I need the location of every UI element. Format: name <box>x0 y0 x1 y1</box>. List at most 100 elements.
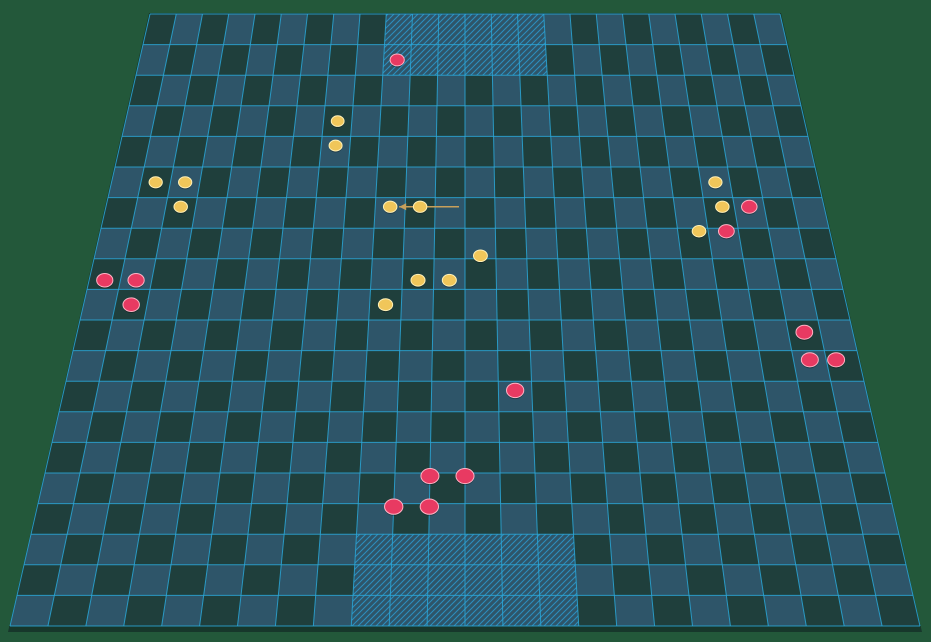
board-square[interactable] <box>763 595 807 626</box>
board-square[interactable] <box>629 75 662 106</box>
yellow-piece[interactable] <box>328 139 343 152</box>
board-square[interactable] <box>640 473 679 504</box>
board-square[interactable] <box>532 411 569 443</box>
red-piece[interactable] <box>96 272 114 288</box>
board-square[interactable] <box>431 381 465 412</box>
board-square[interactable] <box>260 136 294 167</box>
board-square[interactable] <box>237 595 279 626</box>
board-square[interactable] <box>678 503 719 535</box>
board-square[interactable] <box>67 503 110 535</box>
board-square[interactable] <box>47 595 92 626</box>
board-square[interactable] <box>759 350 798 382</box>
board-square[interactable] <box>432 320 465 351</box>
board-square[interactable] <box>801 595 845 626</box>
board-square[interactable] <box>377 136 408 167</box>
yellow-piece[interactable] <box>173 200 188 213</box>
board-square[interactable] <box>495 228 527 259</box>
board-square[interactable] <box>236 105 269 137</box>
board-square[interactable] <box>705 442 745 473</box>
board-square[interactable] <box>665 136 699 167</box>
board-square[interactable] <box>523 167 555 198</box>
board-square[interactable] <box>530 350 565 382</box>
board-square[interactable] <box>628 350 665 382</box>
board-square[interactable] <box>365 350 400 382</box>
board-square[interactable] <box>614 595 655 626</box>
board-square[interactable] <box>465 105 494 137</box>
board-square[interactable] <box>465 75 493 106</box>
board-square[interactable] <box>432 289 465 320</box>
board-square[interactable] <box>283 197 317 229</box>
board-square[interactable] <box>400 289 434 320</box>
board-square[interactable] <box>748 289 786 320</box>
board-square[interactable] <box>607 503 646 535</box>
board-square[interactable] <box>199 595 241 626</box>
board-square[interactable] <box>570 473 608 504</box>
board-square[interactable] <box>740 442 780 473</box>
board-square[interactable] <box>493 136 524 167</box>
board-square[interactable] <box>144 289 182 320</box>
board-square[interactable] <box>465 320 498 351</box>
board-square[interactable] <box>726 350 765 382</box>
board-square[interactable] <box>275 595 316 626</box>
board-square[interactable] <box>498 411 534 443</box>
board-square[interactable] <box>273 44 304 76</box>
board-square[interactable] <box>334 320 369 351</box>
board-square[interactable] <box>535 473 572 504</box>
board-square[interactable] <box>500 503 538 535</box>
board-square[interactable] <box>203 320 241 351</box>
board-square[interactable] <box>165 350 204 382</box>
board-square[interactable] <box>397 381 432 412</box>
board-square[interactable] <box>175 503 216 535</box>
yellow-piece[interactable] <box>708 176 723 189</box>
yellow-piece[interactable] <box>330 115 345 127</box>
board-square[interactable] <box>497 350 532 382</box>
board-square[interactable] <box>231 136 265 167</box>
board-square[interactable] <box>645 534 686 565</box>
board-square[interactable] <box>150 258 187 290</box>
board-square[interactable] <box>559 289 594 320</box>
board-square[interactable] <box>682 534 723 565</box>
board-square[interactable] <box>346 167 378 198</box>
board-square[interactable] <box>166 564 208 596</box>
board-square[interactable] <box>524 197 557 229</box>
board-square[interactable] <box>339 258 373 290</box>
board-square[interactable] <box>325 442 362 473</box>
board-square[interactable] <box>622 14 653 45</box>
board-square[interactable] <box>875 595 920 626</box>
board-square[interactable] <box>313 197 346 229</box>
board-square[interactable] <box>656 75 689 106</box>
board-square[interactable] <box>643 197 678 229</box>
board-square[interactable] <box>610 167 644 198</box>
board-square[interactable] <box>155 411 195 443</box>
board-square[interactable] <box>556 228 589 259</box>
board-square[interactable] <box>435 167 465 198</box>
board-square[interactable] <box>536 503 574 535</box>
board-square[interactable] <box>132 350 172 382</box>
board-square[interactable] <box>528 289 562 320</box>
board-square[interactable] <box>545 44 575 76</box>
board-square[interactable] <box>749 503 791 535</box>
board-square[interactable] <box>465 258 497 290</box>
board-square[interactable] <box>185 442 225 473</box>
board-square[interactable] <box>301 320 337 351</box>
board-square[interactable] <box>329 381 366 412</box>
board-square[interactable] <box>228 381 266 412</box>
red-piece[interactable] <box>827 352 846 368</box>
board-square[interactable] <box>431 350 465 382</box>
board-square[interactable] <box>360 442 397 473</box>
board-square[interactable] <box>689 595 731 626</box>
board-square[interactable] <box>24 534 68 565</box>
board-square[interactable] <box>566 411 603 443</box>
board-square[interactable] <box>496 289 530 320</box>
board-square[interactable] <box>192 197 227 229</box>
board-square[interactable] <box>330 14 360 45</box>
red-piece[interactable] <box>741 199 758 214</box>
board-square[interactable] <box>668 411 706 443</box>
board-square[interactable] <box>232 350 269 382</box>
board-square[interactable] <box>181 258 218 290</box>
board-square[interactable] <box>465 381 499 412</box>
board-square[interactable] <box>355 44 385 76</box>
board-square[interactable] <box>631 381 668 412</box>
board-square[interactable] <box>395 442 431 473</box>
red-piece[interactable] <box>800 352 819 368</box>
